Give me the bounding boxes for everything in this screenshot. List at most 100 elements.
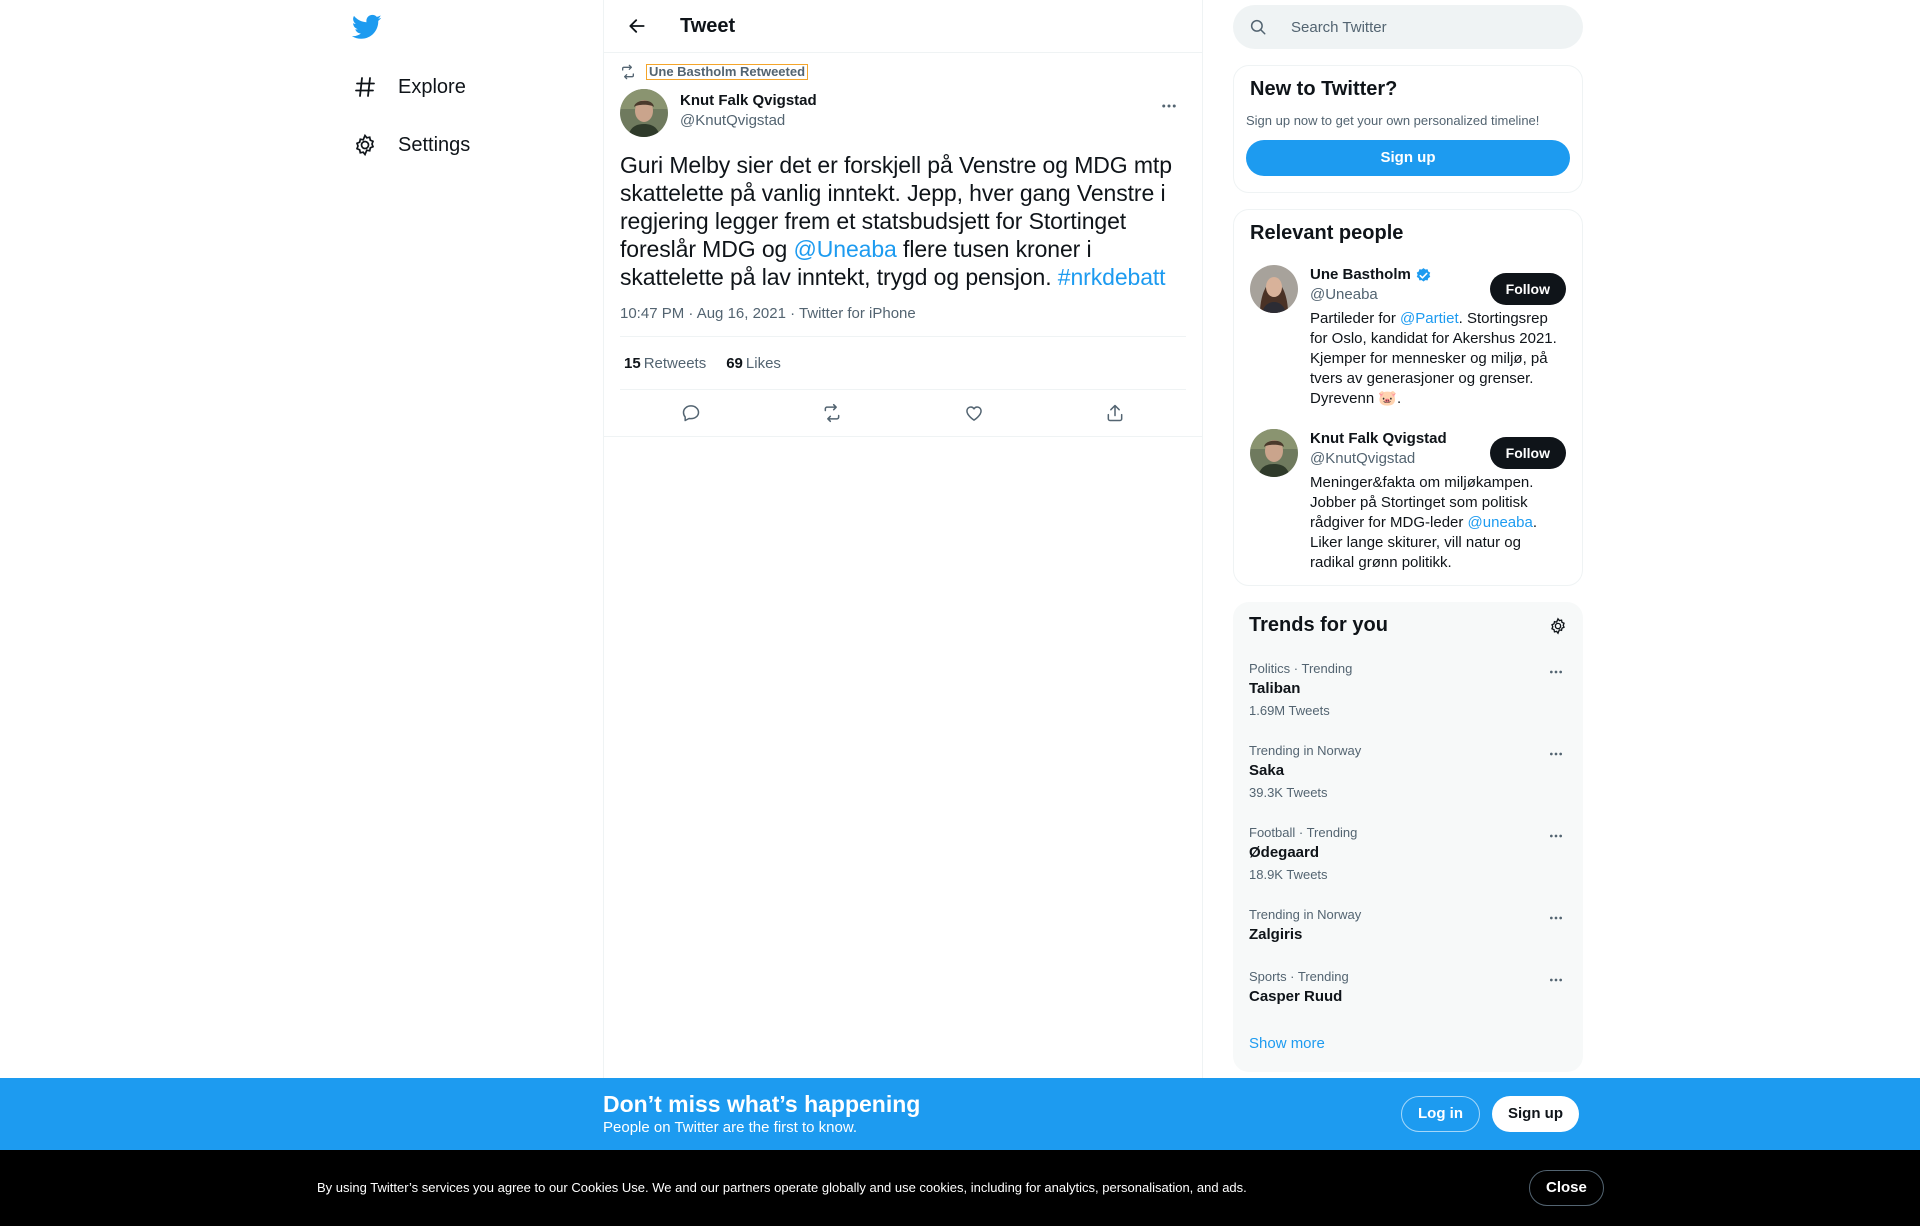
signup-button[interactable]: Sign up [1492,1096,1579,1132]
page-title: Tweet [680,14,736,37]
trend-name: Casper Ruud [1249,988,1343,1005]
search-icon [1249,17,1269,37]
tweet-author: Knut Falk Qvigstad @KnutQvigstad [620,89,1186,137]
tweet-more-button[interactable] [1152,89,1186,123]
cookie-banner: By using Twitter’s services you agree to… [0,1150,1920,1226]
trend-item[interactable]: Trending in Norway Saka 39.3K Tweets [1233,731,1583,813]
retweet-icon [620,64,636,80]
person-name-text: Knut Falk Qvigstad [1310,430,1447,447]
retweet-icon [824,403,840,423]
cookie-text: By using Twitter’s services you agree to… [317,1180,1247,1195]
author-handle[interactable]: @KnutQvigstad [680,111,817,131]
retweeted-by-link[interactable]: Une Bastholm Retweeted [646,64,809,80]
nav-explore-label: Explore [398,75,466,98]
trend-count: 1.69M Tweets [1249,703,1330,718]
show-more-link[interactable]: Show more [1233,1019,1583,1068]
retweets-label: Retweets [643,354,707,372]
promo-subtitle: People on Twitter are the first to know. [603,1119,858,1136]
mention-link[interactable]: @Uneaba [794,236,897,262]
trend-context: Trending in Norway [1249,743,1362,758]
sidebar-signup-button[interactable]: Sign up [1246,140,1570,176]
trend-count: 39.3K Tweets [1249,785,1328,800]
trend-count: 18.9K Tweets [1249,867,1328,882]
likes-stat[interactable]: 69 Likes [726,355,781,372]
trend-context: Football · Trending [1249,825,1358,840]
nav-settings-label: Settings [398,133,471,156]
retweet-context: Une Bastholm Retweeted [620,63,1186,81]
signup-promo-banner: Don’t miss what’s happening People on Tw… [0,1078,1920,1150]
share-icon [1107,404,1123,422]
follow-button[interactable]: Follow [1489,273,1566,305]
follow-button[interactable]: Follow [1489,437,1566,469]
trends-title: Trends for you [1249,614,1388,636]
reply-button[interactable] [673,395,709,431]
trend-item[interactable]: Trending in Norway Zalgiris [1233,895,1583,957]
author-avatar[interactable] [620,89,668,137]
reply-icon [682,405,699,422]
trend-more-dots-icon[interactable] [1545,661,1567,683]
person-avatar[interactable] [1250,265,1298,313]
arrow-left-icon [629,19,645,33]
person-item[interactable]: Knut Falk Qvigstad @KnutQvigstad Meninge… [1234,421,1582,585]
relevant-people-title: Relevant people [1250,222,1404,244]
trend-name: Zalgiris [1249,926,1303,943]
tweet: Une Bastholm Retweeted Knut Falk Qvigsta… [604,53,1202,437]
login-button[interactable]: Log in [1401,1096,1480,1132]
trends-header: Trends for you [1233,602,1583,649]
main-column: Tweet Une Bastholm Retweeted Knut Falk Q… [603,0,1203,1226]
person-name-text: Une Bastholm [1310,266,1411,283]
tweet-time-text[interactable]: 10:47 PM · Aug 16, 2021 · Twitter for iP… [620,305,916,322]
trend-item[interactable]: Football · Trending Ødegaard 18.9K Tweet… [1233,813,1583,895]
tweet-stats: 15 Retweets 69 Likes [620,337,1186,390]
trend-more-dots-icon[interactable] [1545,825,1567,847]
nav-settings[interactable]: Settings [340,119,482,171]
person-bio: Partileder for @Partiet. Stortingsrep fo… [1310,309,1558,409]
trend-item[interactable]: Sports · Trending Casper Ruud [1233,957,1583,1019]
like-button[interactable] [956,395,992,431]
search-input[interactable] [1291,18,1551,36]
trend-context: Sports · Trending [1249,969,1349,984]
hashtag-icon [352,74,378,100]
back-button[interactable] [620,9,654,43]
person-avatar[interactable] [1250,429,1298,477]
gear-icon [352,132,378,158]
retweet-button[interactable] [814,395,850,431]
bio-mention-link[interactable]: @uneaba [1468,514,1533,531]
tweet-text: Guri Melby sier det er forskjell på Vens… [620,151,1186,291]
person-bio: Meninger&fakta om miljøkampen. Jobber på… [1310,473,1558,573]
author-name[interactable]: Knut Falk Qvigstad [680,91,817,111]
trends-settings-gear-icon[interactable] [1549,617,1567,635]
trend-more-dots-icon[interactable] [1545,743,1567,765]
trend-name: Saka [1249,762,1285,779]
search-box[interactable] [1233,5,1583,49]
bio-text: Partileder for [1310,310,1401,327]
tweet-actions [604,390,1202,437]
twitter-logo-icon[interactable] [351,12,382,42]
trend-context: Trending in Norway [1249,907,1362,922]
trend-context: Politics · Trending [1249,661,1353,676]
verified-badge-icon [1415,267,1432,284]
new-to-twitter-card: New to Twitter? Sign up now to get your … [1233,65,1583,193]
bio-mention-link[interactable]: @Partiet [1400,310,1459,327]
trend-more-dots-icon[interactable] [1545,969,1567,991]
new-to-twitter-title: New to Twitter? [1250,78,1398,100]
person-item[interactable]: Une Bastholm @Uneaba Partileder for @Par… [1234,257,1582,421]
cookie-close-button[interactable]: Close [1529,1170,1604,1206]
nav-explore[interactable]: Explore [340,61,478,113]
share-button[interactable] [1097,395,1133,431]
trend-item[interactable]: Politics · Trending Taliban 1.69M Tweets [1233,649,1583,731]
likes-label: Likes [745,354,781,372]
relevant-people-card: Relevant people Une Bastholm @Uneaba Par… [1233,209,1583,586]
retweets-count: 15 [624,354,641,372]
more-dots-icon [1162,104,1176,108]
trend-name: Ødegaard [1249,844,1320,861]
hashtag-link[interactable]: #nrkdebatt [1058,264,1166,290]
heart-icon [965,406,982,421]
right-sidebar: New to Twitter? Sign up now to get your … [1233,0,1583,1072]
likes-count: 69 [726,354,743,372]
new-to-twitter-subtitle: Sign up now to get your own personalized… [1246,113,1540,128]
promo-title: Don’t miss what’s happening [603,1091,921,1117]
trend-more-dots-icon[interactable] [1545,907,1567,929]
main-header: Tweet [604,0,1202,53]
retweets-stat[interactable]: 15 Retweets [624,355,706,372]
